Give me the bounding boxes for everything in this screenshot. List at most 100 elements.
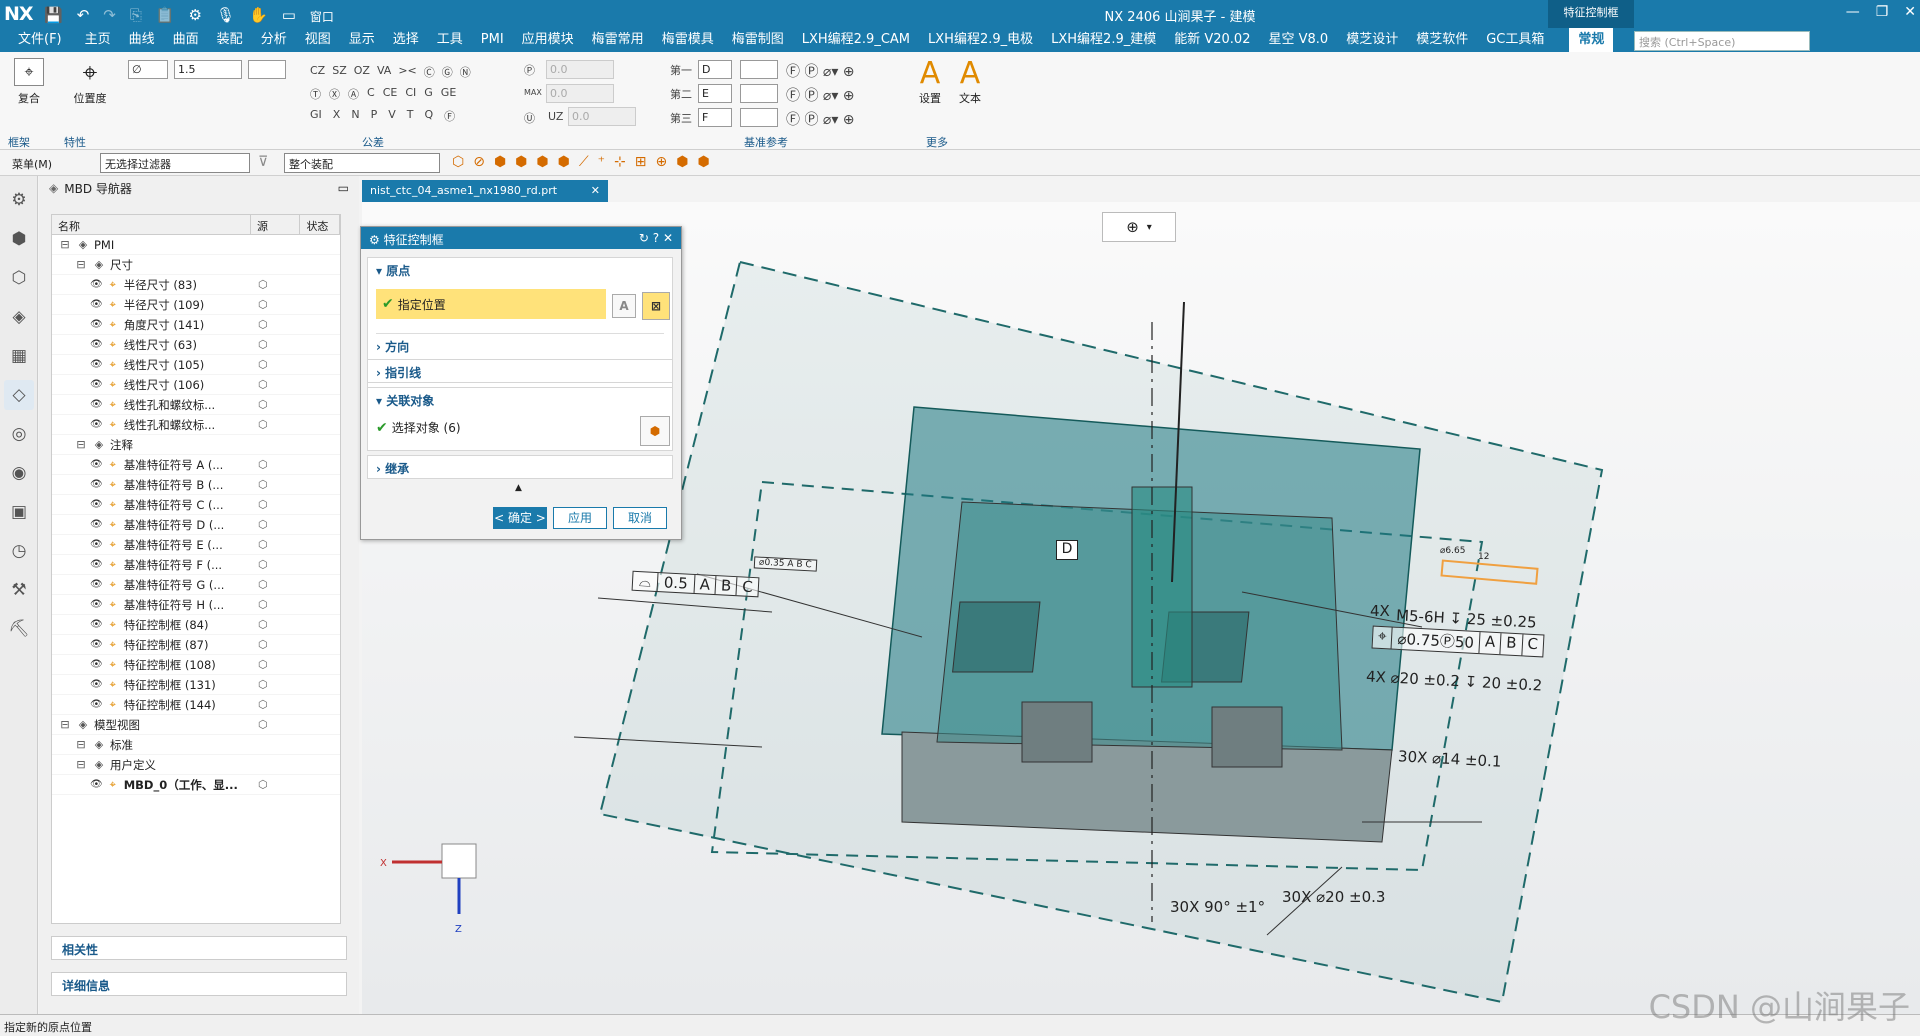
diameter-dropdown[interactable]: ∅ bbox=[128, 60, 168, 79]
datum2-dropdown[interactable]: E bbox=[698, 84, 732, 103]
settings-gear-icon[interactable]: ⚙ bbox=[4, 185, 34, 215]
point-dialog-button[interactable]: ⊠ bbox=[642, 292, 670, 320]
tree-row[interactable]: 👁 ⌖ 线性孔和螺纹标... ⬡ bbox=[52, 395, 340, 415]
visibility-eye-icon[interactable]: 👁 bbox=[90, 299, 103, 310]
visibility-eye-icon[interactable]: 👁 bbox=[90, 419, 103, 430]
part-navigator-icon[interactable]: ⬢ bbox=[4, 224, 34, 254]
undo-icon[interactable]: ↶ bbox=[77, 6, 90, 25]
text-button[interactable]: A 文本 bbox=[950, 58, 990, 106]
tree-row[interactable]: ⊟ ◈ 尺寸 bbox=[52, 255, 340, 275]
history-icon[interactable]: ◷ bbox=[4, 536, 34, 566]
menu-meilei-mold[interactable]: 梅雷模具 bbox=[653, 28, 723, 52]
save-icon[interactable]: 💾 bbox=[44, 6, 63, 25]
select-objects-row[interactable]: ✔ 选择对象 (6) bbox=[376, 419, 664, 436]
ok-button[interactable]: < 确定 > bbox=[493, 507, 547, 529]
text-anchor-button[interactable]: A bbox=[612, 294, 636, 318]
specify-location-row[interactable]: ✔ 指定位置 bbox=[376, 289, 606, 319]
collapse-arrow-icon[interactable]: ▲ bbox=[515, 483, 522, 493]
group-more-label[interactable]: 更多 bbox=[926, 134, 948, 150]
visibility-eye-icon[interactable]: 👁 bbox=[90, 459, 103, 470]
menu-applications[interactable]: 应用模块 bbox=[513, 28, 583, 52]
origin-header[interactable]: ▾ 原点 bbox=[376, 262, 664, 279]
command-icon[interactable]: ⚙ bbox=[189, 6, 202, 25]
document-tab[interactable]: nist_ctc_04_asme1_nx1980_rd.prt ✕ bbox=[362, 180, 608, 202]
cancel-button[interactable]: 取消 bbox=[613, 507, 667, 529]
reuse-library-icon[interactable]: ▦ bbox=[4, 341, 34, 371]
menu-tools[interactable]: 工具 bbox=[428, 28, 472, 52]
details-section[interactable]: 详细信息 bbox=[51, 972, 347, 996]
hole-4x-label[interactable]: 4X bbox=[1370, 602, 1390, 620]
web-browser-icon[interactable]: ◉ bbox=[4, 458, 34, 488]
crosshair-icon[interactable]: ⊕ bbox=[1126, 218, 1139, 236]
expand-toggle-icon[interactable]: ⊟ bbox=[74, 258, 88, 271]
close-tab-icon[interactable]: ✕ bbox=[591, 184, 600, 197]
expand-toggle-icon[interactable]: ⊟ bbox=[74, 758, 88, 771]
paste-icon[interactable]: 📋 bbox=[156, 6, 175, 25]
close-icon[interactable]: ✕ bbox=[1904, 4, 1916, 20]
window-switch-icon[interactable]: ▭ bbox=[282, 6, 296, 25]
composite-button[interactable]: ⌖ 复合 bbox=[8, 58, 50, 106]
tree-row[interactable]: ⊟ ◈ 用户定义 bbox=[52, 755, 340, 775]
hole-callout-4[interactable]: 30X ⌀20 ±0.3 bbox=[1282, 888, 1385, 906]
expand-toggle-icon[interactable]: ⊟ bbox=[58, 238, 72, 251]
menu-analysis[interactable]: 分析 bbox=[252, 28, 296, 52]
visibility-eye-icon[interactable]: 👁 bbox=[90, 339, 103, 350]
tree-row[interactable]: 👁 ⌖ 角度尺寸 (141) ⬡ bbox=[52, 315, 340, 335]
tree-row[interactable]: ⊟ ◈ PMI bbox=[52, 235, 340, 255]
hd3d-icon[interactable]: ◎ bbox=[4, 419, 34, 449]
tolerance-value-input[interactable]: 1.5 bbox=[174, 60, 242, 79]
help-icon[interactable]: ? bbox=[653, 231, 659, 245]
visibility-eye-icon[interactable]: 👁 bbox=[90, 679, 103, 690]
tree-row[interactable]: 👁 ⌖ 特征控制框 (84) ⬡ bbox=[52, 615, 340, 635]
visibility-eye-icon[interactable]: 👁 bbox=[90, 279, 103, 290]
tree-row[interactable]: 👁 ⌖ 线性尺寸 (106) ⬡ bbox=[52, 375, 340, 395]
expand-toggle-icon[interactable]: ⊟ bbox=[74, 738, 88, 751]
menu-surface[interactable]: 曲面 bbox=[164, 28, 208, 52]
col-source[interactable]: 源 bbox=[251, 215, 301, 234]
tree-row[interactable]: 👁 ⌖ 特征控制框 (87) ⬡ bbox=[52, 635, 340, 655]
palette-icon[interactable]: ▣ bbox=[4, 497, 34, 527]
touch-icon[interactable]: ✋ bbox=[249, 6, 268, 25]
tree-row[interactable]: 👁 ⌖ 基准特征符号 H (... ⬡ bbox=[52, 595, 340, 615]
datum1-modifier-dropdown[interactable] bbox=[740, 60, 778, 79]
visibility-eye-icon[interactable]: 👁 bbox=[90, 599, 103, 610]
datum3-dropdown[interactable]: F bbox=[698, 108, 732, 127]
settings-button[interactable]: A 设置 bbox=[910, 58, 950, 106]
tree-row[interactable]: 👁 ⌖ 基准特征符号 C (... ⬡ bbox=[52, 495, 340, 515]
direction-subsection[interactable]: › 方向 bbox=[376, 333, 664, 355]
menu-meilei-drafting[interactable]: 梅雷制图 bbox=[723, 28, 793, 52]
menu-file[interactable]: 文件(F) bbox=[0, 28, 76, 52]
menu-home[interactable]: 主页 bbox=[76, 28, 120, 52]
menu-select[interactable]: 选择 bbox=[384, 28, 428, 52]
tree-row[interactable]: ⊟ ◈ 模型视图 ⬡ bbox=[52, 715, 340, 735]
tree-row[interactable]: 👁 ⌖ 基准特征符号 B (... ⬡ bbox=[52, 475, 340, 495]
tree-row[interactable]: 👁 ⌖ 基准特征符号 G (... ⬡ bbox=[52, 575, 340, 595]
group-feature-label[interactable]: 特性 bbox=[64, 134, 86, 150]
menu-gc-toolbox[interactable]: GC工具箱 bbox=[1477, 28, 1553, 52]
menu-lxh-electrode[interactable]: LXH编程2.9_电极 bbox=[919, 28, 1042, 52]
constraint-navigator-icon[interactable]: ◈ bbox=[4, 302, 34, 332]
role-icon[interactable]: ⚒ bbox=[4, 575, 34, 605]
tree-row[interactable]: ⊟ ◈ 注释 bbox=[52, 435, 340, 455]
command-search-input[interactable]: 搜索 (Ctrl+Space) bbox=[1634, 31, 1810, 51]
max-value-input[interactable]: 0.0 bbox=[546, 84, 614, 103]
position-button[interactable]: ⌖ 位置度 bbox=[64, 58, 116, 106]
expand-toggle-icon[interactable]: ⊟ bbox=[58, 718, 72, 731]
selection-scope-dropdown[interactable]: 整个装配 bbox=[284, 153, 440, 173]
visibility-eye-icon[interactable]: 👁 bbox=[90, 779, 103, 790]
inherit-section[interactable]: › 继承 bbox=[367, 455, 673, 479]
menu-nengxin[interactable]: 能新 V20.02 bbox=[1165, 28, 1259, 52]
tree-row[interactable]: 👁 ⌖ 线性尺寸 (105) ⬡ bbox=[52, 355, 340, 375]
tree-row[interactable]: 👁 ⌖ 半径尺寸 (83) ⬡ bbox=[52, 275, 340, 295]
leader-section[interactable]: › 指引线 bbox=[367, 359, 673, 383]
assembly-navigator-icon[interactable]: ⬡ bbox=[4, 263, 34, 293]
menu-lxh-cam[interactable]: LXH编程2.9_CAM bbox=[793, 28, 919, 52]
tree-row[interactable]: 👁 ⌖ 基准特征符号 D (... ⬡ bbox=[52, 515, 340, 535]
copy-icon[interactable]: ⎘ bbox=[130, 6, 142, 25]
datum-d-box[interactable]: D bbox=[1056, 540, 1078, 560]
visibility-eye-icon[interactable]: 👁 bbox=[90, 559, 103, 570]
tree-row[interactable]: 👁 ⌖ 基准特征符号 A (... ⬡ bbox=[52, 455, 340, 475]
visibility-eye-icon[interactable]: 👁 bbox=[90, 359, 103, 370]
filter-reset-icon[interactable]: ⊽ bbox=[258, 154, 268, 170]
visibility-eye-icon[interactable]: 👁 bbox=[90, 639, 103, 650]
